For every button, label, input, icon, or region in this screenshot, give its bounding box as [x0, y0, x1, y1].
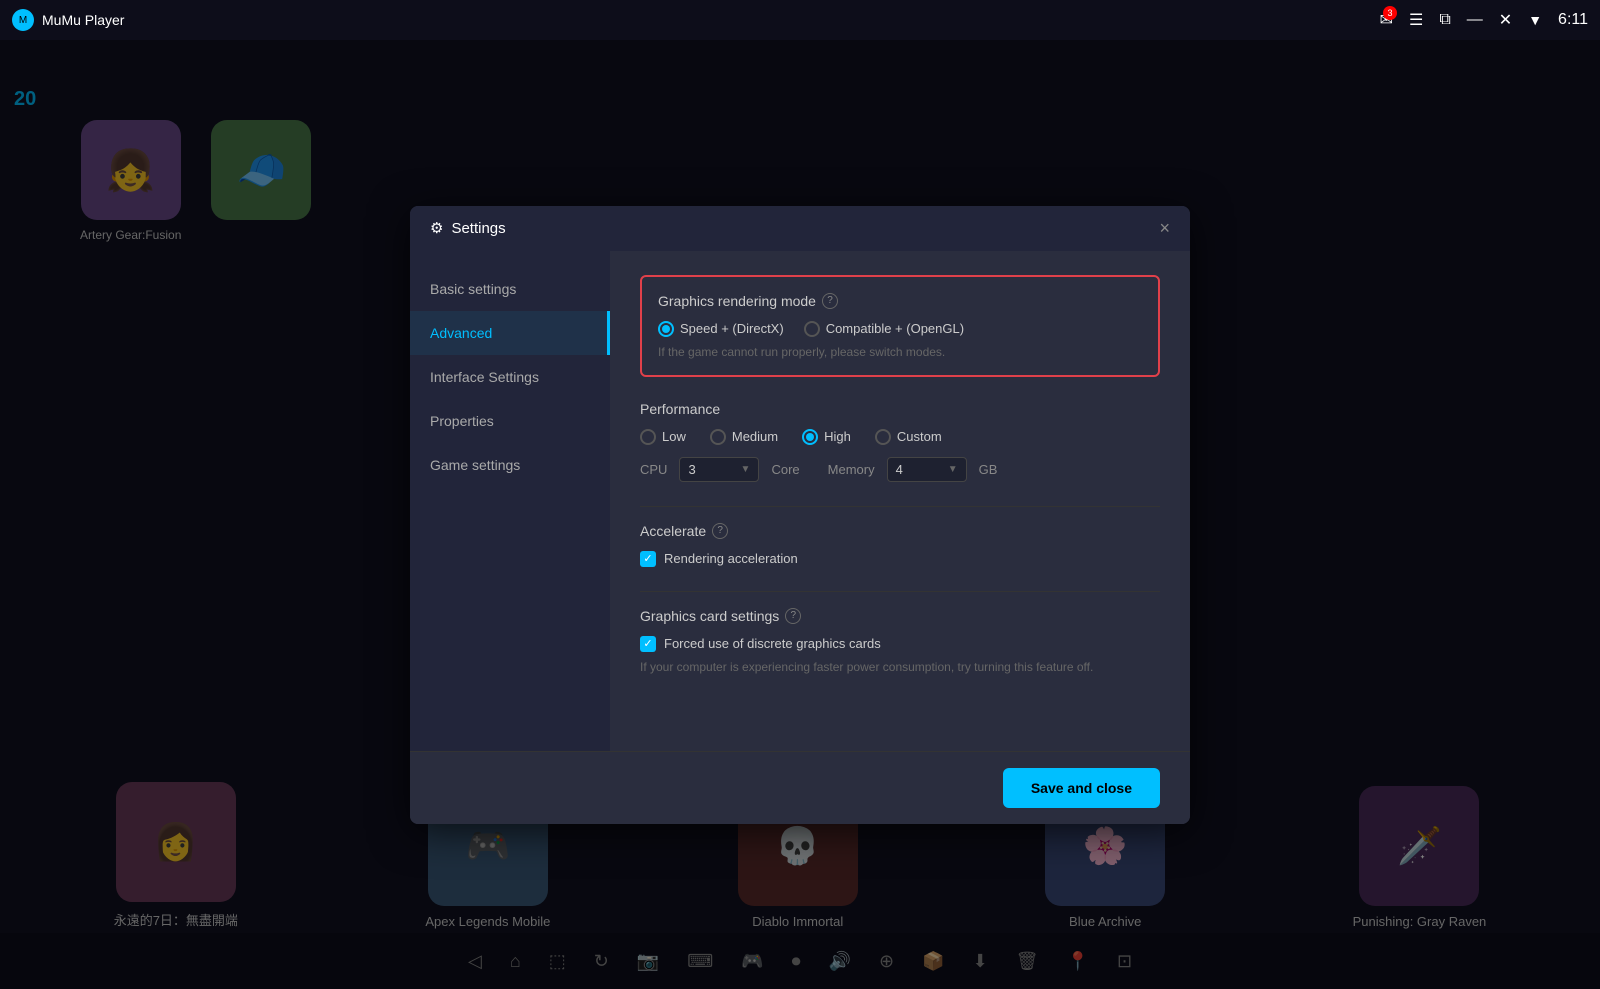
cpu-label: CPU: [640, 462, 667, 477]
nav-basic-settings[interactable]: Basic settings: [410, 267, 610, 311]
rendering-hint: If the game cannot run properly, please …: [658, 345, 1142, 359]
performance-section: Performance Low Medium Hig: [640, 401, 1160, 482]
graphics-card-title: Graphics card settings ?: [640, 608, 1160, 624]
rendering-acceleration-label: Rendering acceleration: [664, 551, 798, 566]
top-bar-right: ✉ 3 ☰ ⧉ — ✕ ▼ 6:11: [1380, 10, 1588, 30]
discrete-gpu-checkbox[interactable]: ✓: [640, 636, 656, 652]
perf-medium-radio[interactable]: [710, 429, 726, 445]
discrete-gpu-row: ✓ Forced use of discrete graphics cards: [640, 636, 1160, 652]
save-and-close-button[interactable]: Save and close: [1003, 768, 1160, 808]
graphics-help-icon[interactable]: ?: [822, 293, 838, 309]
settings-content: Graphics rendering mode ? Speed + (Direc…: [610, 251, 1190, 751]
memory-label: Memory: [828, 462, 875, 477]
dialog-title-bar: ⚙ Settings ×: [410, 206, 1190, 251]
restore-icon[interactable]: ⧉: [1439, 11, 1450, 29]
memory-unit-label: GB: [979, 462, 998, 477]
divider-2: [640, 591, 1160, 592]
settings-dialog: ⚙ Settings × Basic settings Advanced Int…: [410, 206, 1190, 824]
cpu-select-arrow: ▼: [741, 464, 751, 475]
graphics-rendering-section: Graphics rendering mode ? Speed + (Direc…: [640, 275, 1160, 377]
graphics-card-help-icon[interactable]: ?: [785, 608, 801, 624]
graphics-card-section: Graphics card settings ? ✓ Forced use of…: [640, 608, 1160, 674]
memory-select[interactable]: 4 ▼: [887, 457, 967, 482]
rendering-compatible-option[interactable]: Compatible + (OpenGL): [804, 321, 964, 337]
rendering-compatible-radio[interactable]: [804, 321, 820, 337]
settings-nav: Basic settings Advanced Interface Settin…: [410, 251, 610, 751]
nav-properties[interactable]: Properties: [410, 399, 610, 443]
perf-custom-option[interactable]: Custom: [875, 429, 942, 445]
dialog-close-button[interactable]: ×: [1159, 218, 1170, 239]
app-title: MuMu Player: [42, 12, 124, 28]
perf-low-option[interactable]: Low: [640, 429, 686, 445]
rendering-speed-option[interactable]: Speed + (DirectX): [658, 321, 784, 337]
minimize-icon[interactable]: —: [1467, 11, 1483, 29]
wifi-icon: ▼: [1528, 12, 1542, 28]
cpu-select[interactable]: 3 ▼: [679, 457, 759, 482]
settings-gear-icon: ⚙: [430, 219, 443, 237]
dialog-footer: Save and close: [410, 751, 1190, 824]
perf-custom-radio[interactable]: [875, 429, 891, 445]
accelerate-title: Accelerate ?: [640, 523, 1160, 539]
nav-game-settings[interactable]: Game settings: [410, 443, 610, 487]
settings-overlay: ⚙ Settings × Basic settings Advanced Int…: [0, 40, 1600, 989]
performance-title: Performance: [640, 401, 1160, 417]
app-logo: M MuMu Player: [12, 9, 124, 31]
top-bar: M MuMu Player ✉ 3 ☰ ⧉ — ✕ ▼ 6:11: [0, 0, 1600, 40]
discrete-gpu-hint: If your computer is experiencing faster …: [640, 660, 1160, 674]
clock: 6:11: [1558, 11, 1588, 29]
dialog-title: ⚙ Settings: [430, 219, 506, 237]
accelerate-help-icon[interactable]: ?: [712, 523, 728, 539]
graphics-rendering-title: Graphics rendering mode ?: [658, 293, 1142, 309]
mail-badge-count: 3: [1383, 6, 1397, 20]
performance-options: Low Medium High Custom: [640, 429, 1160, 445]
nav-advanced[interactable]: Advanced: [410, 311, 610, 355]
app-icon: M: [12, 9, 34, 31]
menu-icon[interactable]: ☰: [1409, 10, 1423, 30]
rendering-mode-options: Speed + (DirectX) Compatible + (OpenGL): [658, 321, 1142, 337]
dialog-title-text: Settings: [451, 220, 505, 237]
perf-low-radio[interactable]: [640, 429, 656, 445]
discrete-gpu-label: Forced use of discrete graphics cards: [664, 636, 881, 651]
perf-high-option[interactable]: High: [802, 429, 851, 445]
accelerate-section: Accelerate ? ✓ Rendering acceleration: [640, 523, 1160, 567]
memory-select-arrow: ▼: [948, 464, 958, 475]
divider-1: [640, 506, 1160, 507]
nav-interface-settings[interactable]: Interface Settings: [410, 355, 610, 399]
perf-medium-option[interactable]: Medium: [710, 429, 778, 445]
mail-icon[interactable]: ✉ 3: [1380, 10, 1393, 30]
dialog-body: Basic settings Advanced Interface Settin…: [410, 251, 1190, 751]
perf-high-radio[interactable]: [802, 429, 818, 445]
cpu-unit-label: Core: [771, 462, 799, 477]
cpu-memory-row: CPU 3 ▼ Core Memory 4 ▼ GB: [640, 457, 1160, 482]
rendering-acceleration-checkbox[interactable]: ✓: [640, 551, 656, 567]
close-window-icon[interactable]: ✕: [1499, 10, 1512, 30]
rendering-speed-radio[interactable]: [658, 321, 674, 337]
rendering-acceleration-row: ✓ Rendering acceleration: [640, 551, 1160, 567]
